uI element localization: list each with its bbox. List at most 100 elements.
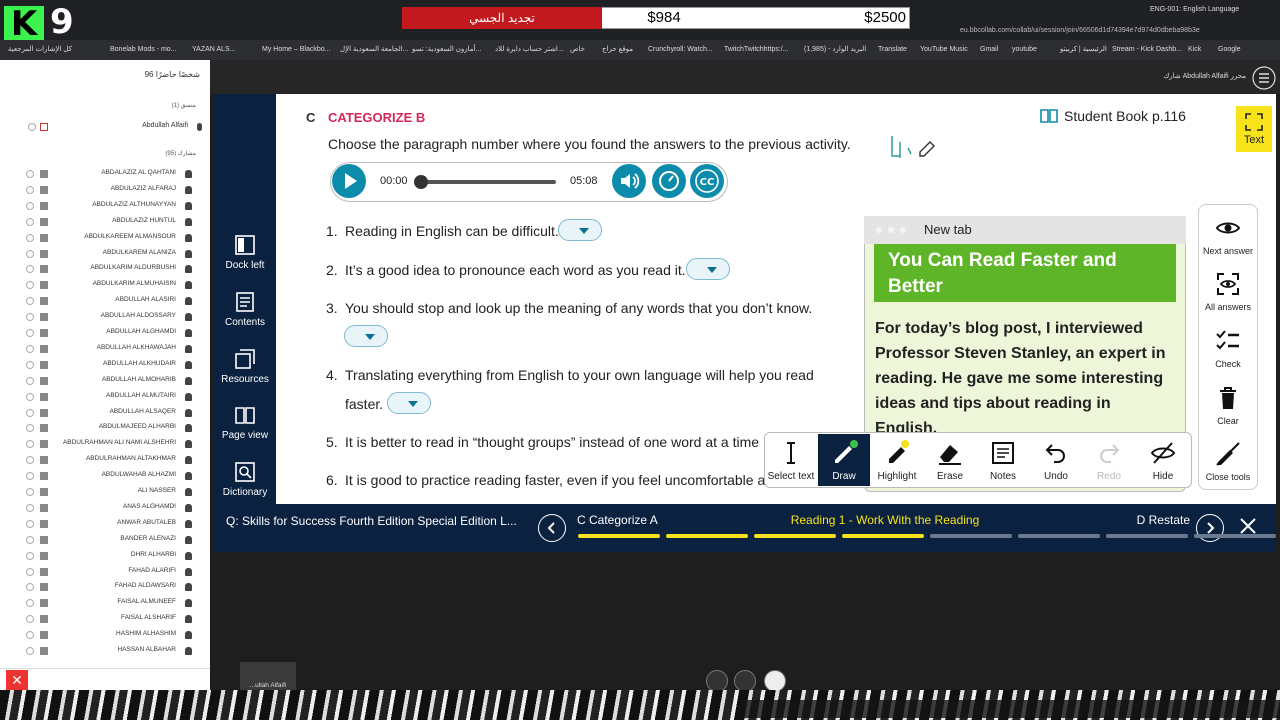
participant-row[interactable]: ABDULAZIZ ALTHUNAYYAN [22,199,196,213]
close-tools-button[interactable]: Close tools [1198,434,1258,488]
participant-row[interactable]: ABDULLAH ALMUTAIRI [22,390,196,404]
avatar[interactable] [764,670,786,692]
participant-row[interactable]: ABDULLAH ALDOSSARY [22,310,196,324]
participant-row[interactable]: FAHAD ALARIFI [22,565,196,579]
bookmark-item[interactable]: أمازون السعودية: تسو... [412,44,481,56]
leave-session-button[interactable]: ✕ [6,670,28,690]
hide-button[interactable]: Hide [1137,434,1189,486]
erase-tool[interactable]: Erase [924,434,976,486]
progress-segment[interactable] [578,534,660,538]
participant-row[interactable]: ANAS ALGHAMDI [22,501,196,515]
participant-row[interactable]: BANDER ALENAZI [22,533,196,547]
bookmark-item[interactable]: خاص [570,44,585,56]
moderator-row[interactable]: Abdullah Alfaifi [20,120,208,134]
audio-progress-knob[interactable] [414,175,428,189]
participant-row[interactable]: ABDULRAHMAN ALTAKHMAR [22,453,196,467]
notes-tool[interactable]: Notes [977,434,1029,486]
participant-row[interactable]: DHRI ALHARBI [22,549,196,563]
play-button[interactable] [332,164,366,198]
participant-row[interactable]: ABDULLAH ALKHAWAJAH [22,342,196,356]
page-view-button[interactable]: Page view [214,400,276,450]
bookmark-item[interactable]: اشتر حساب دايرة للاد... [495,44,564,56]
draw-tool[interactable]: Draw [818,434,870,486]
bookmark-item[interactable]: موقع حراج [602,44,633,56]
participant-row[interactable]: ANWAR ABUTALEB [22,517,196,531]
participant-row[interactable]: ABDULKAREM ALANIZA [22,247,196,261]
bookmark-item[interactable]: YAZAN ALS... [192,44,235,56]
progress-segment[interactable] [1018,534,1100,538]
answer-dropdown[interactable] [686,258,730,280]
hamburger-menu-icon[interactable] [1252,66,1276,90]
bookmark-item[interactable]: (1,985) - البريد الوارد [804,44,866,56]
address-bar[interactable]: eu.bbcollab.com/collab/ui/session/join/6… [960,24,1200,38]
participant-row[interactable]: ABDULLAH ALGHAMDI [22,326,196,340]
participant-row[interactable]: ABDULLAH ALMOHARIB [22,374,196,388]
clear-button[interactable]: Clear [1198,378,1258,432]
redo-button[interactable]: Redo [1083,434,1135,486]
bookmark-item[interactable]: الرئيسية | كريبتو [1060,44,1107,56]
dictionary-button[interactable]: Dictionary [214,457,276,507]
progress-segment[interactable] [1194,534,1276,538]
participant-row[interactable]: ABDULKARIM ALDURBUSHI [22,262,196,276]
select-text-tool[interactable]: Select text [765,434,817,486]
student-book-link[interactable]: Student Book p.116 [1040,108,1210,128]
participant-row[interactable]: FAISAL ALSHARIF [22,612,196,626]
participant-row[interactable]: ABDALAZIZ AL QAHTANI [22,167,196,181]
participant-row[interactable]: ABDULAZIZ ALFARAJ [22,183,196,197]
speed-icon[interactable] [652,164,686,198]
undo-button[interactable]: Undo [1030,434,1082,486]
volume-icon[interactable] [612,164,646,198]
bookmark-item[interactable]: Gmail [980,44,998,56]
progress-segment[interactable] [1106,534,1188,538]
participant-row[interactable]: ABDULLAH ALKHUDAIR [22,358,196,372]
bookmark-item[interactable]: TwitchTwitchhttps:/... [724,44,789,56]
bookmark-item[interactable]: Google [1218,44,1241,56]
bookmark-item[interactable]: الجامعة السعودية الإل... [340,44,409,56]
bookmark-item[interactable]: Kick [1188,44,1201,56]
participant-row[interactable]: ABDULKARIM ALMUHAISIN [22,278,196,292]
participant-row[interactable]: HASHIM ALHASHIM [22,628,196,642]
progress-segment[interactable] [754,534,836,538]
participant-row[interactable]: FAHAD ALDAWSARI [22,580,196,594]
answer-dropdown[interactable] [387,392,431,414]
bookmark-item[interactable]: YouTube Music [920,44,968,56]
progress-segment[interactable] [842,534,924,538]
resources-button[interactable]: Resources [214,344,276,394]
highlight-tool[interactable]: Highlight [871,434,923,486]
bookmark-item[interactable]: Crunchyroll: Watch... [648,44,713,56]
participant-row[interactable]: HASSAN ALBAHAR [22,644,196,658]
participant-row[interactable]: ABDULLAH ALASIRI [22,294,196,308]
progress-segment[interactable] [666,534,748,538]
all-answers-button[interactable]: All answers [1198,264,1258,318]
audio-progress-track[interactable] [418,180,556,184]
participant-row[interactable]: ABDULMAJEED ALHARBI [22,421,196,435]
dock-left-button[interactable]: Dock left [214,230,276,280]
popup-tab-label[interactable]: New tab [924,222,1004,242]
contents-button[interactable]: Contents [214,287,276,337]
next-answer-button[interactable]: Next answer [1198,208,1258,262]
participant-row[interactable]: ABDULWAHAB ALHAZMI [22,469,196,483]
self-video-thumbnail[interactable]: ...ullah Alfaifi [240,662,296,690]
bookmark-item[interactable]: youtube [1012,44,1037,56]
previous-activity-button[interactable] [538,514,566,542]
participant-row[interactable]: ABDULKAREEM ALMANSOUR [22,231,196,245]
answer-dropdown[interactable] [344,325,388,347]
bookmark-item[interactable]: Stream - Kick Dashb... [1112,44,1182,56]
check-button[interactable]: Check [1198,321,1258,375]
browser-tab-title[interactable]: ENG-001: English Language [1150,2,1250,18]
participant-row[interactable]: ABDULRAHMAN ALI NAMI ALSHEHRI [22,437,196,451]
participant-row[interactable]: ABDULLAH ALSAQER [22,406,196,420]
answer-dropdown[interactable] [558,219,602,241]
progress-segment[interactable] [930,534,1012,538]
microphone-icon[interactable] [734,670,756,692]
participant-row[interactable]: FAISAL ALMUNEEF [22,596,196,610]
participant-row[interactable]: ALI NASSER [22,485,196,499]
previous-activity-label[interactable]: C Categorize A [577,513,697,529]
bookmark-item[interactable]: Translate [878,44,907,56]
captions-icon[interactable]: CC [690,164,724,198]
bookmark-item[interactable]: Bonelab Mods - mo... [110,44,177,56]
bookmark-item[interactable]: كل الإشارات المرجعية [8,44,72,56]
text-tool-button[interactable]: Text [1236,106,1272,152]
bookmark-item[interactable]: My Home – Blackbo... [262,44,330,56]
next-activity-label[interactable]: D Restate [1100,513,1190,529]
